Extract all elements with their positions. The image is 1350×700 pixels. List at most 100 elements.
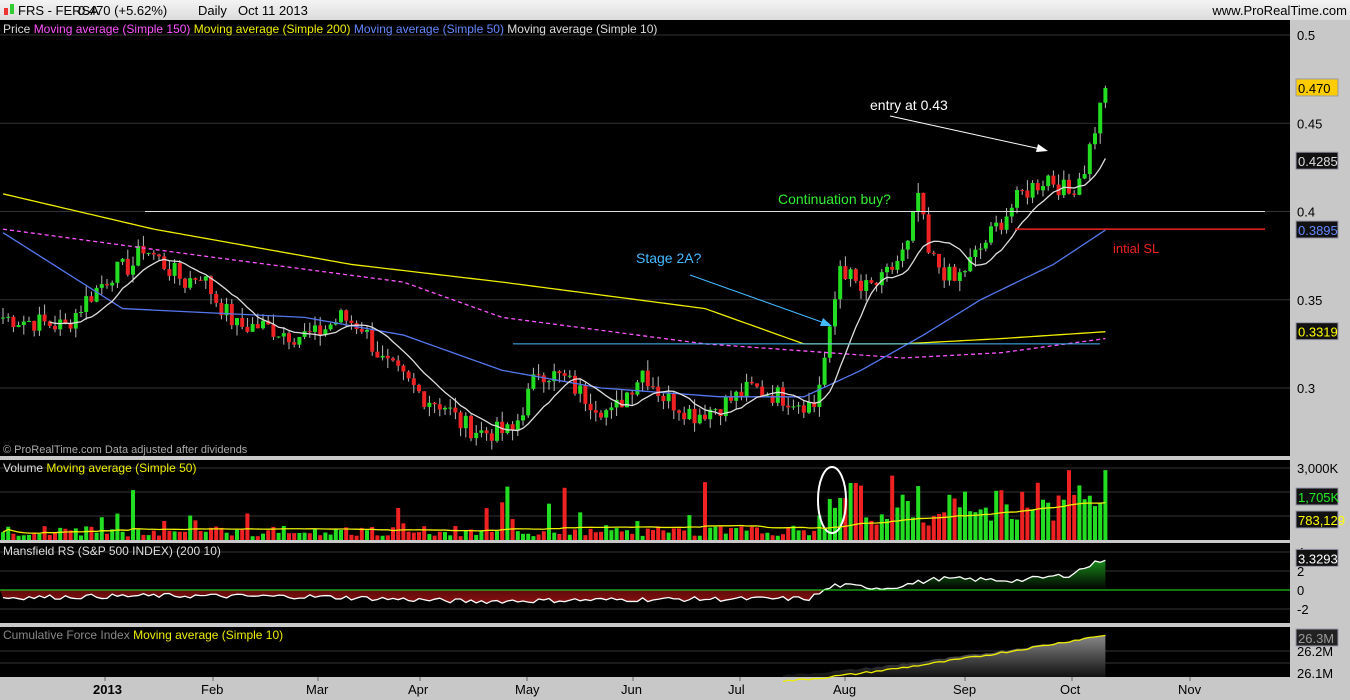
x-label: Nov (1178, 682, 1202, 697)
x-label: Jun (621, 682, 642, 697)
volume-bar (162, 520, 167, 540)
volume-bar (198, 531, 203, 540)
volume-bar (495, 531, 499, 540)
volume-bar (141, 534, 146, 540)
volume-bar (443, 531, 447, 540)
volume-bar (219, 527, 224, 540)
candle (926, 214, 931, 253)
candle (11, 316, 16, 328)
candle (1072, 193, 1077, 195)
candle (406, 371, 411, 379)
volume-bar (567, 534, 572, 540)
candle (469, 415, 473, 439)
candle (37, 314, 42, 331)
volume-bar (744, 530, 749, 540)
volume-bar (952, 498, 957, 540)
volume-bar (645, 528, 650, 540)
candle (177, 262, 182, 279)
candle (729, 397, 733, 401)
volume-bar (1093, 506, 1097, 540)
candle (900, 249, 905, 261)
volume-bar (401, 523, 406, 540)
volume-bar (313, 528, 317, 540)
volume-bar (531, 536, 536, 540)
price-tick: 0.3 (1297, 381, 1315, 396)
candle (822, 357, 827, 385)
volume-bar (11, 533, 16, 540)
volume-bar (240, 528, 245, 540)
candle (365, 329, 369, 332)
candle (458, 412, 463, 429)
volume-bar (838, 497, 843, 540)
candle (827, 326, 832, 358)
volume-bar (79, 535, 83, 540)
candle (656, 386, 661, 396)
volume-bar (21, 535, 26, 540)
annotation-sl: intial SL (1113, 241, 1159, 256)
ma50-label: 0.3895 (1298, 223, 1338, 238)
candle (567, 375, 572, 377)
volume-bar (640, 535, 645, 540)
volume-bar (895, 507, 900, 540)
candle (292, 342, 297, 345)
volume-bar (365, 530, 369, 540)
candle (1087, 144, 1092, 175)
volume-bar (458, 536, 463, 540)
volume-bar (666, 532, 671, 540)
volume-bar (380, 535, 385, 540)
candle (635, 382, 640, 395)
volume-bar (375, 535, 380, 540)
candle (593, 410, 598, 413)
x-label: Jul (728, 682, 745, 697)
candle (1046, 175, 1051, 187)
candle (411, 378, 416, 386)
candle (1025, 190, 1030, 198)
candle (1009, 207, 1014, 217)
volume-bar (900, 494, 905, 540)
candle (526, 388, 531, 416)
candle (905, 240, 910, 250)
candle (838, 266, 843, 300)
volume-bar (105, 533, 109, 540)
candle (521, 415, 525, 421)
candle (385, 355, 390, 359)
candle (391, 358, 395, 361)
x-label: Apr (408, 682, 429, 697)
candle (183, 278, 187, 288)
volume-bar (671, 528, 676, 540)
candle (79, 311, 83, 314)
volume-bar (84, 526, 89, 540)
candle (547, 381, 551, 383)
volume-bar (526, 533, 531, 540)
candle (718, 409, 723, 417)
candle (848, 269, 853, 280)
candle (999, 222, 1004, 230)
volume-bar (58, 527, 63, 540)
candle (947, 266, 952, 281)
volume-bar (541, 531, 546, 540)
candle (775, 387, 780, 403)
volume-bar (448, 535, 453, 540)
volume-bar (411, 532, 416, 540)
volume-bar (931, 515, 936, 540)
volume-bar (625, 530, 629, 540)
volume-bar (27, 535, 31, 540)
volume-bar (333, 528, 338, 540)
candle (349, 320, 354, 324)
volume-bar (1082, 499, 1087, 540)
volume-bar (713, 526, 718, 540)
volume-bar (474, 534, 479, 540)
candle (157, 254, 161, 257)
cfi-tick: 26.1M (1297, 666, 1333, 681)
volume-bar (916, 486, 921, 540)
volume-bar (926, 525, 931, 540)
volume-bar (422, 526, 427, 540)
candle (339, 310, 343, 323)
candle (125, 258, 130, 275)
candle (791, 406, 796, 408)
chart[interactable]: Price Moving average (Simple 150) Moving… (0, 0, 1350, 700)
volume-bar (89, 526, 94, 540)
candle (957, 272, 962, 281)
volume-bar (1072, 494, 1077, 540)
candle (541, 375, 546, 383)
